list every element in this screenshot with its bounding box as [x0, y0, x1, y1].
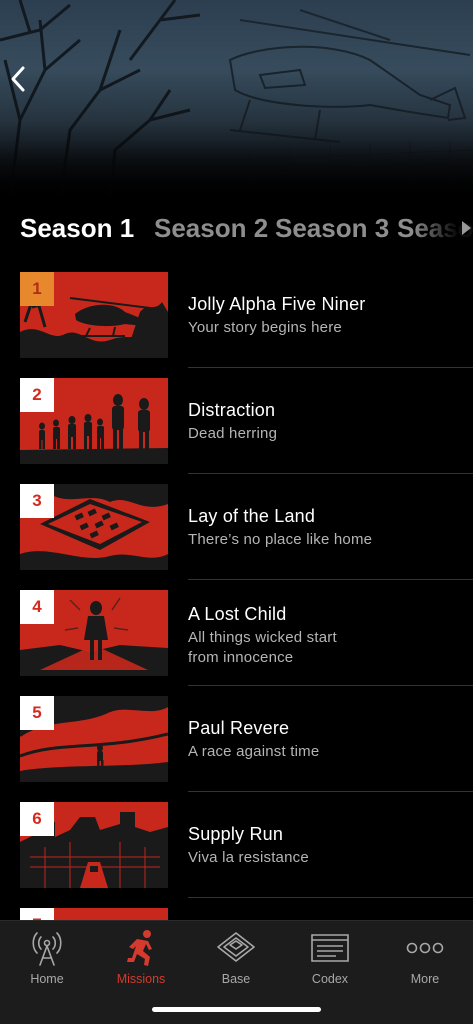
list-item[interactable]: 2 Distraction Dead herring [0, 368, 473, 474]
mission-subtitle: Your story begins here [188, 319, 342, 336]
list-item[interactable]: 7 [0, 898, 473, 922]
mission-number-badge: 1 [20, 272, 54, 306]
tab-label: More [410, 972, 440, 986]
mission-subtitle: There’s no place like home [188, 531, 373, 548]
mission-thumbnail: 5 [20, 696, 168, 782]
tab-label: Base [221, 972, 251, 986]
running-man-icon [127, 930, 152, 966]
mission-number-badge: 6 [20, 802, 54, 836]
mission-title: Supply Run [188, 824, 284, 844]
tab-home[interactable]: Home [0, 929, 94, 989]
list-item[interactable]: 6 Supply Run Viva la resistance [0, 792, 473, 898]
hero-banner [0, 0, 473, 200]
mission-subtitle: A race against time [188, 743, 320, 760]
radio-tower-icon [32, 932, 62, 966]
more-dots-icon [406, 942, 444, 954]
mission-thumbnail: 4 [20, 590, 168, 676]
tab-missions[interactable]: Missions [94, 929, 188, 989]
tab-codex[interactable]: Codex [283, 929, 377, 989]
mission-title: Lay of the Land [188, 506, 316, 526]
scroll-right-arrow-icon[interactable] [462, 221, 471, 235]
mission-thumbnail: 1 [20, 272, 168, 358]
mission-number-badge: 3 [20, 484, 54, 518]
back-button[interactable] [8, 64, 36, 100]
mission-thumbnail: 3 [20, 484, 168, 570]
list-item[interactable]: 1 Jolly Alpha Five Niner Your story begi… [0, 262, 473, 368]
mission-title: Jolly Alpha Five Niner [188, 294, 366, 314]
mission-thumbnail: 6 [20, 802, 168, 888]
home-indicator [152, 1007, 321, 1012]
tab-more[interactable]: More [378, 929, 472, 989]
tab-season-2[interactable]: Season 2 [154, 206, 268, 250]
mission-title: A Lost Child [188, 604, 287, 624]
tab-season-3[interactable]: Season 3 [275, 206, 389, 250]
chevron-left-icon [11, 66, 25, 92]
hero-artwork [0, 0, 473, 200]
season-tabs: Season 1 Season 2 Season 3 Seaso [0, 206, 473, 250]
tab-label: Codex [311, 972, 349, 986]
codex-book-icon [311, 934, 349, 962]
mission-subtitle: Viva la resistance [188, 849, 309, 866]
tab-base[interactable]: Base [189, 929, 283, 989]
base-diamond-icon [217, 932, 255, 962]
tab-label: Missions [116, 972, 166, 986]
tab-label: Home [30, 972, 64, 986]
mission-number-badge: 4 [20, 590, 54, 624]
list-item[interactable]: 3 Lay of the Land There’s no place like … [0, 474, 473, 580]
mission-number-badge: 5 [20, 696, 54, 730]
mission-thumbnail: 2 [20, 378, 168, 464]
mission-subtitle: All things wicked start [188, 629, 337, 646]
mission-title: Distraction [188, 400, 276, 420]
list-item[interactable]: 5 Paul Revere A race against time [0, 686, 473, 792]
tab-season-1[interactable]: Season 1 [20, 206, 134, 250]
mission-subtitle: Dead herring [188, 425, 278, 442]
mission-subtitle-line-2: from innocence [188, 649, 294, 666]
mission-number-badge: 2 [20, 378, 54, 412]
mission-title: Paul Revere [188, 718, 290, 738]
mission-list: 1 Jolly Alpha Five Niner Your story begi… [0, 262, 473, 922]
list-item[interactable]: 4 A Lost Child All things wicked start f… [0, 580, 473, 686]
